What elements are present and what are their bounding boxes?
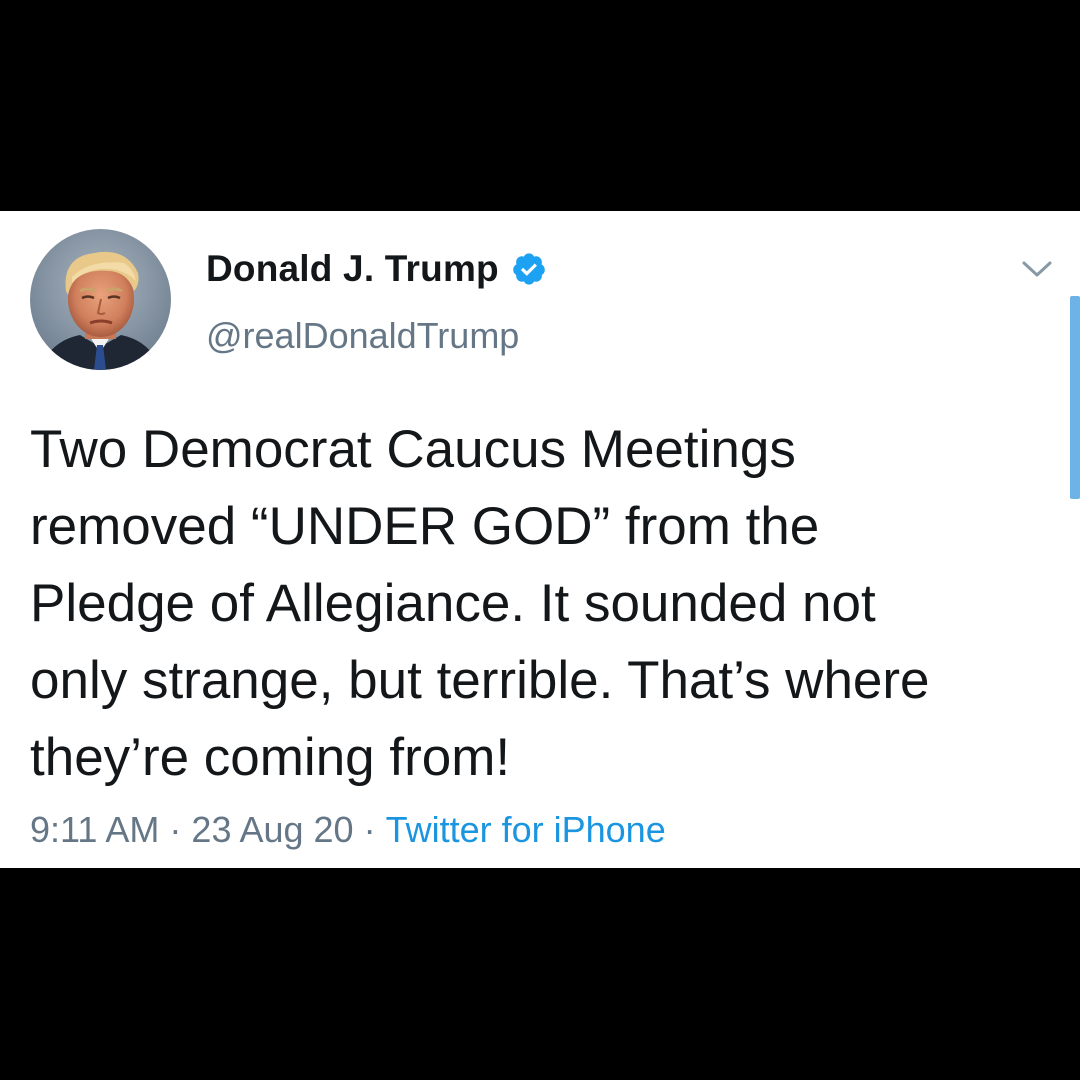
tweet-source-link[interactable]: Twitter for iPhone [386, 809, 666, 850]
meta-separator: · [169, 809, 182, 850]
tweet-text-line: removed “UNDER GOD” from the [30, 497, 820, 556]
tweet-text: Two Democrat Caucus Meetings removed “UN… [30, 411, 1060, 796]
tweet-text-line: Pledge of Allegiance. It sounded not [30, 574, 876, 633]
avatar[interactable] [30, 229, 171, 370]
tweet-text-line: only strange, but terrible. That’s where [30, 651, 930, 710]
tweet-date[interactable]: 23 Aug 20 [191, 809, 353, 850]
tweet-meta: 9:11 AM · 23 Aug 20 · Twitter for iPhone [30, 809, 666, 851]
tweet-time[interactable]: 9:11 AM [30, 809, 159, 850]
author-handle[interactable]: @realDonaldTrump [206, 315, 519, 357]
screenshot-frame: Donald J. Trump @realDonaldTrump Two Dem… [0, 0, 1080, 1080]
chevron-down-icon[interactable] [1018, 255, 1056, 283]
profile-photo [30, 229, 171, 370]
tweet-card: Donald J. Trump @realDonaldTrump Two Dem… [0, 211, 1080, 868]
author-name-row: Donald J. Trump [206, 243, 547, 295]
scrollbar[interactable] [1070, 296, 1080, 499]
tweet-text-line: Two Democrat Caucus Meetings [30, 420, 796, 479]
meta-separator: · [363, 809, 376, 850]
tweet-text-line: they’re coming from! [30, 728, 511, 787]
display-name[interactable]: Donald J. Trump [206, 248, 499, 290]
verified-badge-icon [511, 251, 547, 287]
